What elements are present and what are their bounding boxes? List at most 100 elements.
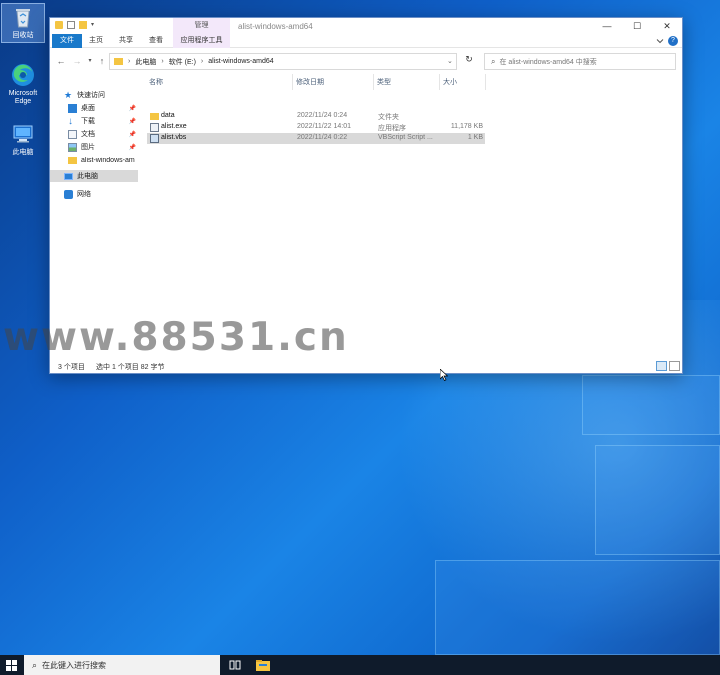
pin-icon: 📌 (128, 105, 136, 112)
file-name: alist.vbs (161, 134, 187, 141)
pin-icon: 📌 (128, 131, 136, 138)
folder-icon (114, 58, 123, 65)
forward-arrow-icon[interactable]: → (72, 56, 82, 66)
download-icon: ↓ (68, 115, 73, 127)
nav-network[interactable]: 网络 (50, 188, 138, 200)
search-icon: ⌕ (32, 659, 38, 670)
nav-this-pc[interactable]: 此电脑 (50, 170, 138, 182)
file-type: 应用程序 (378, 125, 406, 132)
edge-icon (12, 64, 34, 86)
application-icon (150, 123, 159, 132)
file-date: 2022/11/24 0:24 (297, 112, 348, 119)
recent-chevron-icon[interactable]: ▾ (85, 56, 95, 66)
taskbar-search-placeholder: 在此键入进行搜索 (42, 660, 107, 670)
nav-item-pictures[interactable]: 图片 📌 (50, 141, 138, 153)
file-date: 2022/11/22 14:01 (297, 123, 351, 130)
address-bar[interactable]: › 此电脑 › 软件 (E:) › alist-windows-amd64 (109, 53, 457, 70)
file-row[interactable]: data 2022/11/24 0:24 文件夹 (147, 111, 485, 122)
file-type: VBScript Script ... (378, 134, 433, 141)
window-title: alist-windows-amd64 (238, 22, 313, 31)
up-arrow-icon[interactable]: ↑ (97, 56, 107, 66)
column-header-date[interactable]: 修改日期 (296, 77, 324, 87)
tab-view[interactable]: 查看 (149, 34, 163, 48)
nav-quick-access[interactable]: ★ 快速访问 (50, 89, 138, 101)
address-dropdown-icon[interactable]: ⌄ (447, 57, 453, 65)
address-row: ← → ▾ ↑ › 此电脑 › 软件 (E:) › alist-windows-… (50, 48, 682, 73)
column-header-type[interactable]: 类型 (377, 77, 391, 87)
file-size: 1 KB (467, 134, 483, 141)
pin-icon: 📌 (128, 118, 136, 125)
properties-icon[interactable] (67, 21, 75, 29)
computer-icon (64, 172, 73, 180)
recycle-bin-icon (16, 9, 30, 28)
status-bar: 3 个项目 选中 1 个项目 82 字节 (50, 359, 682, 373)
desktop-icon-label: 回收站 (12, 32, 34, 39)
script-icon (150, 134, 159, 143)
file-size: 11,178 KB (450, 123, 483, 130)
quick-access-toolbar: ▾ (55, 21, 97, 29)
details-view-icon[interactable] (656, 361, 667, 371)
taskbar-search-input[interactable]: ⌕ 在此键入进行搜索 (24, 655, 220, 675)
column-header-size[interactable]: 大小 (443, 77, 457, 87)
pin-icon: 📌 (128, 144, 136, 151)
windows-start-icon[interactable] (6, 660, 17, 671)
tab-file[interactable]: 文件 (52, 34, 82, 48)
wallpaper-pane (595, 445, 720, 555)
nav-item-documents[interactable]: 文档 📌 (50, 128, 138, 140)
nav-item-downloads[interactable]: ↓ 下载 📌 (50, 115, 138, 127)
computer-icon (13, 125, 33, 143)
folder-icon (150, 113, 159, 120)
wallpaper-pane (582, 375, 720, 435)
column-header-name[interactable]: 名称 (149, 77, 163, 87)
search-placeholder: 在 alist-windows-amd64 中搜索 (499, 58, 597, 66)
tab-home[interactable]: 主页 (89, 34, 103, 48)
manage-tab[interactable]: 管理 (173, 18, 230, 34)
breadcrumb-drive[interactable]: 软件 (E:) (169, 57, 196, 67)
folder-icon (68, 156, 77, 164)
back-arrow-icon[interactable]: ← (56, 56, 66, 66)
column-divider[interactable] (292, 74, 293, 90)
file-explorer-taskbar-icon[interactable] (256, 659, 270, 671)
minimize-button[interactable]: — (592, 18, 622, 34)
column-divider[interactable] (439, 74, 440, 90)
watermark: www.88531.cn (3, 315, 349, 360)
help-icon[interactable]: ? (668, 36, 678, 46)
breadcrumb-this-pc[interactable]: 此电脑 (135, 57, 156, 67)
column-divider[interactable] (485, 74, 486, 90)
window-controls: — ☐ ✕ (592, 18, 682, 34)
file-type: 文件夹 (378, 114, 399, 121)
item-count: 3 个项目 (58, 364, 85, 371)
picture-icon (68, 142, 77, 152)
desktop-icon-label: 此电脑 (12, 149, 34, 156)
file-row[interactable]: alist.vbs 2022/11/24 0:22 VBScript Scrip… (147, 133, 485, 144)
desktop-icon (68, 103, 77, 113)
tab-application-tools[interactable]: 应用程序工具 (173, 34, 230, 48)
file-row[interactable]: alist.exe 2022/11/22 14:01 应用程序 11,178 K… (147, 122, 485, 133)
close-button[interactable]: ✕ (652, 18, 682, 34)
maximize-button[interactable]: ☐ (622, 18, 652, 34)
task-view-icon[interactable] (228, 659, 242, 671)
refresh-icon[interactable]: ↻ (462, 54, 476, 70)
star-icon: ★ (64, 89, 73, 100)
nav-item-alist-folder[interactable]: alist-windows-am (50, 154, 138, 166)
desktop-icon-this-pc[interactable]: 此电脑 (1, 121, 45, 157)
nav-item-desktop[interactable]: 桌面 📌 (50, 102, 138, 114)
breadcrumb-current-folder[interactable]: alist-windows-amd64 (208, 58, 273, 65)
large-icons-view-icon[interactable] (669, 361, 680, 371)
folder-icon (55, 21, 63, 29)
wallpaper-pane (435, 560, 720, 655)
desktop-icon-recycle-bin[interactable]: 回收站 (1, 3, 45, 43)
network-icon (64, 189, 73, 199)
mouse-cursor-icon (440, 369, 448, 381)
desktop-icon-edge[interactable]: Microsoft Edge (1, 62, 45, 106)
chevron-right-icon: › (161, 58, 164, 65)
tab-share[interactable]: 共享 (119, 34, 133, 48)
new-folder-icon[interactable] (79, 21, 87, 29)
chevron-down-icon[interactable] (656, 37, 664, 45)
chevron-down-icon[interactable]: ▾ (91, 21, 97, 29)
file-name: alist.exe (161, 123, 187, 130)
search-input[interactable]: ⌕ 在 alist-windows-amd64 中搜索 (484, 53, 676, 70)
taskbar: ⌕ 在此键入进行搜索 (0, 655, 720, 675)
column-divider[interactable] (373, 74, 374, 90)
ribbon-tabs: 文件 主页 共享 查看 应用程序工具 ? (50, 34, 682, 48)
